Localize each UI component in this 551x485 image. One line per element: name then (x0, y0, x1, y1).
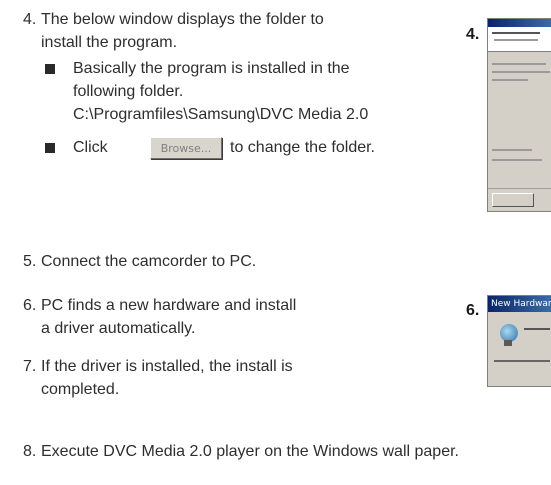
dialog-text-line (494, 360, 550, 362)
step-7-line-1: If the driver is installed, the install … (41, 358, 293, 375)
dialog-titlebar (488, 19, 551, 27)
dialog-text-line (492, 79, 528, 81)
step-8-number: 8. (23, 443, 37, 460)
bullet-square-icon (45, 64, 55, 74)
dialog-button (492, 193, 534, 207)
bullet-1-line-1: Basically the program is installed in th… (73, 60, 350, 77)
dialog-text-line (524, 328, 550, 330)
bullet-square-icon (45, 143, 55, 153)
step-5-number: 5. (23, 253, 37, 270)
install-folder-dialog-screenshot (487, 18, 551, 212)
figure-6-label: 6. (466, 302, 480, 319)
step-6-number: 6. (23, 297, 37, 314)
step-5-text: Connect the camcorder to PC. (41, 253, 257, 270)
dialog-text-line (492, 71, 550, 73)
dialog-title: New Hardware Found (491, 299, 551, 309)
bullet-2-click-text: Click (73, 139, 108, 156)
dialog-button-bar (488, 188, 551, 211)
dialog-text-line (492, 149, 532, 151)
dialog-text-line (492, 63, 546, 65)
bullet-1-line-2: following folder. (73, 83, 184, 100)
dialog-header (488, 27, 551, 52)
dialog-text-line (492, 159, 542, 161)
step-6-line-1: PC finds a new hardware and install (41, 297, 297, 314)
step-7-number: 7. (23, 358, 37, 375)
step-4-line-1: The below window displays the folder to (41, 11, 324, 28)
install-path-text: C:\Programfiles\Samsung\DVC Media 2.0 (73, 106, 369, 123)
bullet-2-after-text: to change the folder. (230, 139, 375, 156)
step-7-line-2: completed. (41, 381, 120, 398)
step-8-text: Execute DVC Media 2.0 player on the Wind… (41, 443, 459, 460)
dialog-titlebar: New Hardware Found (488, 296, 551, 312)
step-6-line-2: a driver automatically. (41, 320, 196, 337)
usb-plug-icon (504, 340, 512, 346)
browse-button[interactable]: Browse... (150, 137, 222, 159)
step-4-line-2: install the program. (41, 34, 178, 51)
figure-4-label: 4. (466, 26, 480, 43)
step-4-number: 4. (23, 11, 37, 28)
new-hardware-dialog-screenshot: New Hardware Found (487, 295, 551, 387)
